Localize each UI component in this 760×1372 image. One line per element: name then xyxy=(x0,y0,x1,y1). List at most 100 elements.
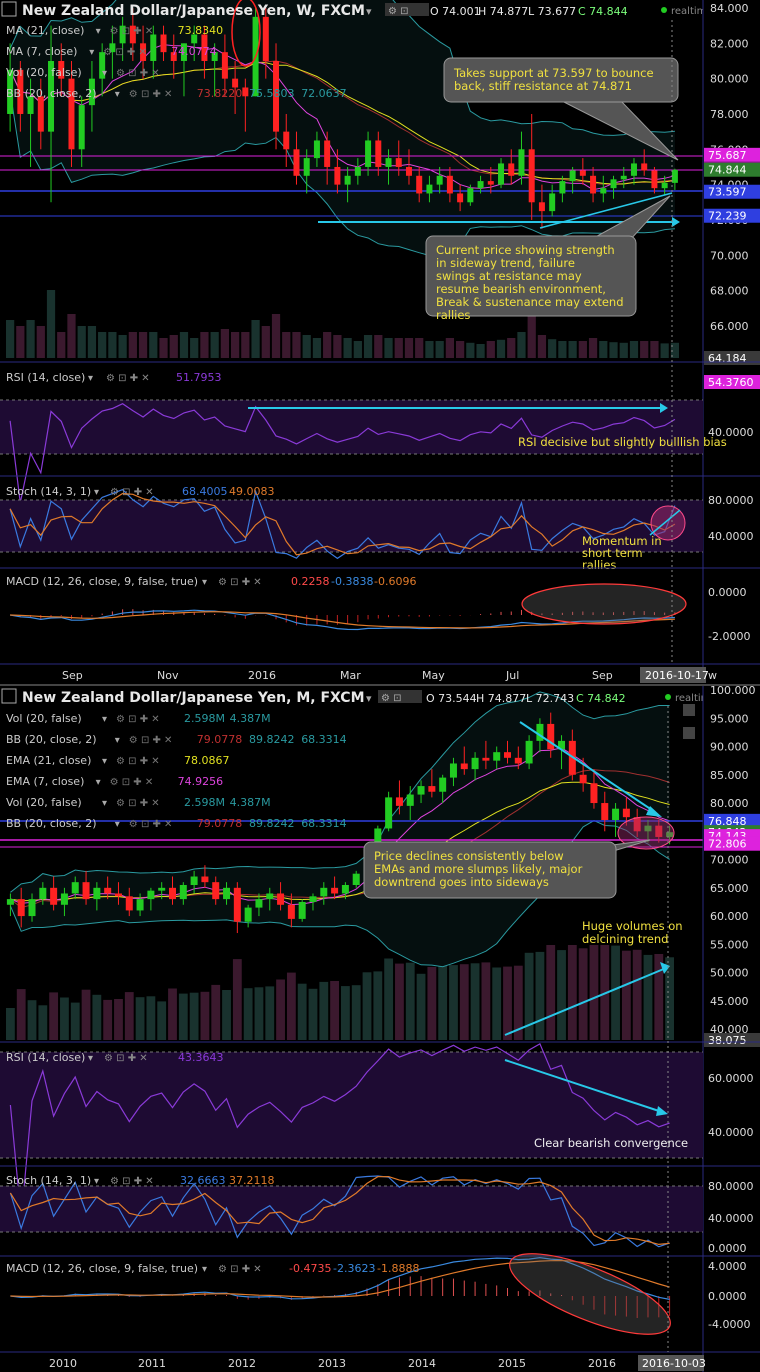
volume-bar xyxy=(189,992,199,1040)
volume-bar xyxy=(276,979,285,1040)
candle-body xyxy=(498,163,505,185)
indicator-controls-icon[interactable]: ⚙ ⊡ ✚ ✕ xyxy=(116,756,160,767)
chevron-down-icon[interactable]: ▾ xyxy=(115,819,120,830)
candle-body xyxy=(610,179,617,189)
weekly-rsi-tag-text: 54.3760 xyxy=(708,376,754,389)
collapse-pane-icon[interactable] xyxy=(683,727,695,739)
chevron-down-icon[interactable]: ▾ xyxy=(202,577,207,588)
indicator-controls-icon[interactable]: ⚙ ⊡ ✚ ✕ xyxy=(104,1053,148,1064)
chevron-down-icon[interactable]: ▾ xyxy=(94,1176,99,1187)
candle-body xyxy=(104,887,112,894)
volume-bar xyxy=(27,1000,37,1040)
volume-bar xyxy=(77,326,86,358)
weekly-time-axis[interactable]: Sep Nov 2016 Mar May Jul Sep xyxy=(62,669,613,682)
chevron-down-icon[interactable]: ▾ xyxy=(102,68,107,79)
chevron-down-icon[interactable]: ▾ xyxy=(88,1053,93,1064)
legend-value: 74.0774 xyxy=(171,45,217,58)
volume-bar xyxy=(178,993,188,1040)
indicator-controls-icon[interactable]: ⚙ ⊡ ✚ ✕ xyxy=(103,47,147,58)
gear-icon[interactable]: ⚙ ⊡ xyxy=(388,6,409,17)
legend-value: 72.0637 xyxy=(301,87,347,100)
indicator-controls-icon[interactable]: ⚙ ⊡ ✚ ✕ xyxy=(218,577,262,588)
volume-bar xyxy=(179,332,189,358)
candle-body xyxy=(385,158,392,167)
legend-value: 4.387M xyxy=(230,796,271,809)
candle-body xyxy=(467,188,474,203)
chevron-down-icon[interactable]: ▾ xyxy=(115,735,120,746)
indicator-controls-icon[interactable]: ⚙ ⊡ ✚ ✕ xyxy=(129,735,173,746)
chevron-down-icon[interactable]: ▾ xyxy=(89,47,94,58)
candle-body xyxy=(287,904,295,919)
price-tag-text: 72.806 xyxy=(708,838,747,851)
legend-value: 75.5803 xyxy=(249,87,295,100)
volume-bar xyxy=(308,988,318,1040)
indicator-controls-icon[interactable]: ⚙ ⊡ ✚ ✕ xyxy=(218,1264,262,1275)
candle-body xyxy=(612,808,620,820)
candle-body xyxy=(641,163,648,171)
chevron-down-icon[interactable]: ▾ xyxy=(102,714,107,725)
volume-bar xyxy=(537,335,547,358)
chevron-down-icon[interactable]: ▾ xyxy=(366,5,372,18)
chevron-down-icon[interactable]: ▾ xyxy=(102,756,107,767)
chevron-down-icon[interactable]: ▾ xyxy=(102,798,107,809)
price-axis-label: 82.000 xyxy=(710,37,749,50)
indicator-controls-icon[interactable]: ⚙ ⊡ ✚ ✕ xyxy=(129,819,173,830)
indicator-controls-icon[interactable]: ⚙ ⊡ ✚ ✕ xyxy=(110,26,154,37)
candle-body xyxy=(39,887,47,900)
candle-body xyxy=(508,163,515,176)
candle-body xyxy=(125,896,133,911)
indicator-controls-icon[interactable]: ⚙ ⊡ ✚ ✕ xyxy=(116,68,160,79)
volume-bar xyxy=(496,339,506,358)
chevron-down-icon[interactable]: ▾ xyxy=(115,89,120,100)
candle-body xyxy=(365,140,372,167)
collapse-icon[interactable] xyxy=(1,688,17,704)
volume-bar xyxy=(599,341,608,358)
volume-bar xyxy=(557,950,566,1040)
candle-body xyxy=(601,803,609,820)
volume-bar xyxy=(343,338,352,358)
gear-icon[interactable]: ⚙ ⊡ xyxy=(381,693,402,704)
volume-bar xyxy=(114,999,123,1040)
realtime-dot-icon xyxy=(665,694,671,700)
chevron-down-icon[interactable]: ▾ xyxy=(202,1264,207,1275)
volume-bar xyxy=(6,320,15,358)
indicator-controls-icon[interactable]: ⚙ ⊡ ✚ ✕ xyxy=(116,798,160,809)
volume-bar xyxy=(302,335,311,358)
volume-bar xyxy=(319,981,329,1040)
chevron-down-icon[interactable]: ▾ xyxy=(88,373,93,384)
chevron-down-icon[interactable]: ▾ xyxy=(96,26,101,37)
monthly-macd-v1: -0.4735 xyxy=(289,1262,331,1275)
chevron-down-icon[interactable]: ▾ xyxy=(96,777,101,788)
monthly-time-axis[interactable]: 2010 2011 2012 2013 2014 2015 2016 xyxy=(49,1357,616,1370)
candle-body xyxy=(223,887,231,900)
candle-body xyxy=(136,899,144,911)
volume-bar xyxy=(384,958,394,1040)
volume-bar xyxy=(373,971,383,1040)
expand-icon[interactable] xyxy=(683,704,695,716)
price-tag-text: 74.844 xyxy=(708,164,747,177)
legend-label: Vol (20, false) xyxy=(6,712,82,725)
indicator-controls-icon[interactable]: ⚙ ⊡ ✚ ✕ xyxy=(110,777,154,788)
volume-bar xyxy=(341,986,350,1040)
volume-bar xyxy=(466,342,475,358)
chevron-down-icon[interactable]: ▾ xyxy=(366,692,372,705)
volume-bar xyxy=(558,341,567,358)
price-axis-label: 68.000 xyxy=(710,285,749,298)
indicator-controls-icon[interactable]: ⚙ ⊡ ✚ ✕ xyxy=(129,89,173,100)
volume-bar xyxy=(578,948,588,1040)
monthly-volume-bars xyxy=(6,945,674,1040)
indicator-controls-icon[interactable]: ⚙ ⊡ ✚ ✕ xyxy=(116,714,160,725)
time-axis-label: 2014 xyxy=(408,1357,436,1370)
indicator-controls-icon[interactable]: ⚙ ⊡ ✚ ✕ xyxy=(110,487,154,498)
indicator-controls-icon[interactable]: ⚙ ⊡ ✚ ✕ xyxy=(110,1176,154,1187)
volume-bar xyxy=(157,1001,167,1040)
candle-body xyxy=(221,52,228,79)
weekly-stoch-axis-label: 40.0000 xyxy=(708,530,754,543)
candle-body xyxy=(298,901,306,919)
price-axis-label: 70.000 xyxy=(710,854,749,867)
indicator-controls-icon[interactable]: ⚙ ⊡ ✚ ✕ xyxy=(106,373,150,384)
volume-bar xyxy=(124,992,134,1040)
chevron-down-icon[interactable]: ▾ xyxy=(94,487,99,498)
volume-bar xyxy=(87,326,97,358)
volume-bar xyxy=(271,314,281,358)
